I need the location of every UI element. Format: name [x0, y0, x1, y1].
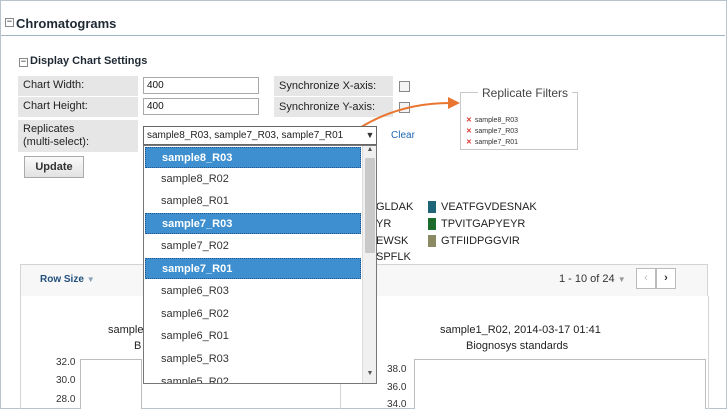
- dropdown-option[interactable]: sample8_R02: [145, 169, 361, 190]
- dropdown-option[interactable]: sample7_R03: [145, 213, 361, 234]
- chart-height-label: Chart Height:: [18, 97, 138, 117]
- settings-collapse-icon[interactable]: −: [19, 58, 28, 67]
- grid-border-right: [708, 296, 709, 409]
- caret-down-icon: ▼: [617, 275, 626, 284]
- scrollbar-thumb[interactable]: [365, 158, 375, 253]
- replicates-label-line2: (multi-select):: [23, 136, 90, 148]
- dropdown-option[interactable]: sample6_R03: [145, 281, 361, 302]
- dropdown-option[interactable]: sample5_R03: [145, 349, 361, 370]
- remove-icon[interactable]: ✕: [466, 128, 472, 135]
- prev-page-button[interactable]: ‹: [636, 268, 656, 289]
- right-chart-title: sample1_R02, 2014-03-17 01:41: [440, 324, 601, 336]
- peptide-swatch: [428, 201, 436, 213]
- dropdown-option[interactable]: sample7_R02: [145, 236, 361, 257]
- chevron-right-icon: ›: [664, 272, 668, 284]
- sync-x-label: Synchronize X-axis:: [274, 76, 393, 96]
- peptide-label: SPFLK: [376, 251, 411, 263]
- chart-width-input[interactable]: 400: [143, 77, 259, 94]
- left-chart-title: sample: [108, 324, 144, 336]
- clear-link[interactable]: Clear: [391, 130, 415, 141]
- y-tick-label: 30.0: [56, 375, 76, 386]
- y-tick-label: 28.0: [56, 394, 76, 405]
- pager-range: 1 - 10 of 24: [559, 273, 615, 285]
- replicates-dropdown-list: sample8_R03 sample8_R02 sample8_R01 samp…: [143, 145, 377, 384]
- scroll-down-icon[interactable]: ▼: [363, 370, 376, 381]
- dropdown-scrollbar[interactable]: ▲ ▼: [362, 146, 376, 383]
- y-tick-label: 38.0: [387, 364, 407, 375]
- chart-width-label: Chart Width:: [18, 76, 138, 96]
- next-page-button[interactable]: ›: [656, 268, 676, 289]
- chevron-down-icon[interactable]: ▼: [363, 126, 377, 145]
- dropdown-option[interactable]: sample8_R03: [145, 147, 361, 168]
- replicates-label-line1: Replicates: [23, 123, 75, 135]
- replicate-filters-title: Replicate Filters: [478, 86, 573, 100]
- chart-height-input[interactable]: 400: [143, 98, 259, 115]
- replicates-select[interactable]: sample8_R03, sample7_R03, sample7_R01: [143, 126, 377, 145]
- collapse-toggle-icon[interactable]: −: [5, 18, 14, 27]
- right-chart-plot: [414, 359, 706, 409]
- dropdown-option[interactable]: sample5_R02: [145, 372, 361, 383]
- replicate-filter-item[interactable]: ✕ sample8_R03: [466, 116, 518, 124]
- scroll-up-icon[interactable]: ▲: [363, 146, 376, 157]
- peptide-label: GTFIIDPGGVIR: [441, 235, 520, 247]
- settings-title: Display Chart Settings: [30, 55, 148, 67]
- y-tick-label: 34.0: [387, 399, 407, 410]
- peptide-swatch: [428, 218, 436, 230]
- remove-icon[interactable]: ✕: [466, 117, 472, 124]
- replicate-filter-item[interactable]: ✕ sample7_R03: [466, 127, 518, 135]
- row-size-menu[interactable]: Row Size ▼: [40, 274, 95, 285]
- section-title: Chromatograms: [16, 16, 117, 31]
- caret-down-icon: ▼: [86, 275, 95, 284]
- dropdown-option[interactable]: sample8_R01: [145, 191, 361, 212]
- left-chart-subtitle: B: [134, 340, 142, 352]
- right-chart-subtitle: Biognosys standards: [466, 340, 569, 352]
- pager-status[interactable]: 1 - 10 of 24 ▼: [559, 273, 626, 285]
- peptide-label: VEATFGVDESNAK: [441, 201, 537, 213]
- dropdown-option[interactable]: sample7_R01: [145, 258, 361, 279]
- remove-icon[interactable]: ✕: [466, 139, 472, 146]
- dropdown-option[interactable]: sample6_R01: [145, 326, 361, 347]
- left-chart-plot: [80, 359, 142, 409]
- y-tick-label: 32.0: [56, 357, 76, 368]
- replicates-label: Replicates (multi-select):: [18, 120, 138, 152]
- replicate-filter-item[interactable]: ✕ sample7_R01: [466, 138, 518, 146]
- chevron-left-icon: ‹: [644, 272, 648, 284]
- peptide-label: GLDAK: [376, 201, 414, 213]
- dropdown-option[interactable]: sample6_R02: [145, 304, 361, 325]
- grid-border-left: [20, 296, 21, 409]
- peptide-label: TPVITGAPYEYR: [441, 218, 526, 230]
- update-button[interactable]: Update: [24, 156, 84, 178]
- peptide-label: EWSK: [376, 235, 409, 247]
- y-tick-label: 36.0: [387, 382, 407, 393]
- row-size-label: Row Size: [40, 274, 84, 285]
- sync-x-checkbox[interactable]: [399, 81, 410, 92]
- peptide-label: YR: [376, 218, 392, 230]
- peptide-swatch: [428, 235, 436, 247]
